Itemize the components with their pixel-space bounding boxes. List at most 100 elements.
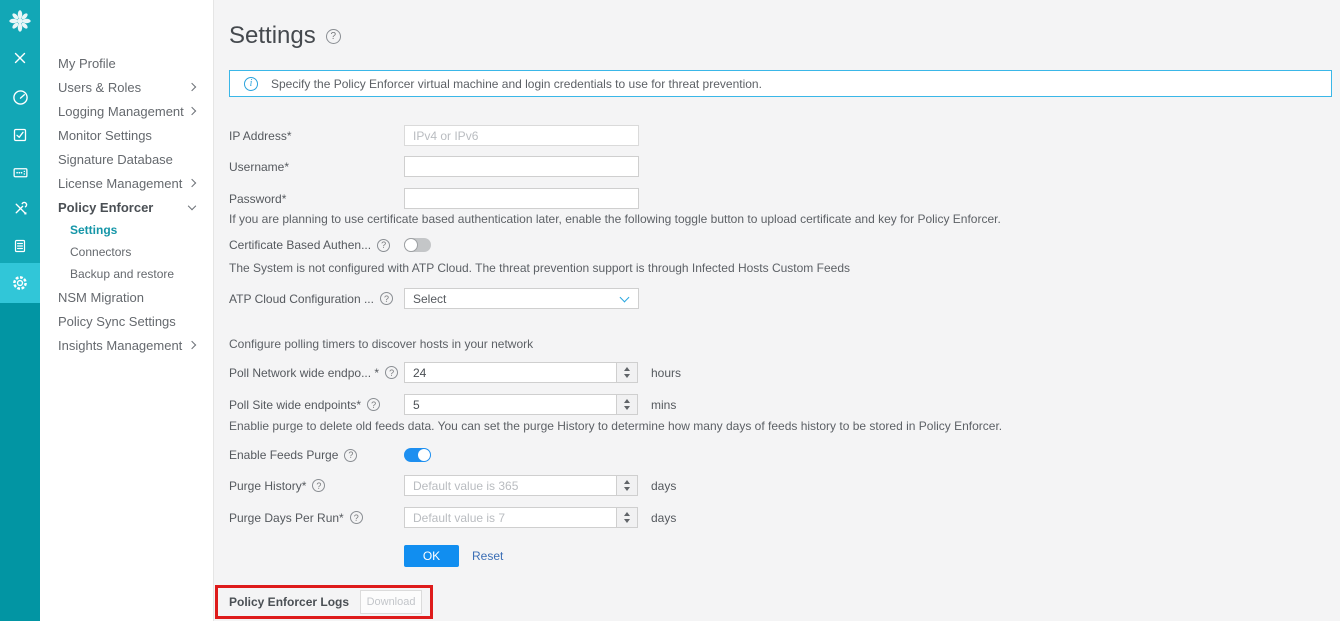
sidebar-item-label: Users & Roles (58, 79, 142, 95)
chevron-down-icon (187, 201, 197, 211)
poll-network-input[interactable] (404, 362, 617, 383)
purge-history-input[interactable] (404, 475, 617, 496)
poll-site-input[interactable] (404, 394, 617, 415)
sidebar-item-label: Settings (70, 223, 118, 237)
help-icon[interactable]: ? (344, 448, 358, 462)
sidebar-item-connectors[interactable]: Connectors (40, 241, 213, 263)
feeds-purge-row: Enable Feeds Purge ? (229, 447, 431, 463)
juniper-logo-icon[interactable] (0, 6, 40, 36)
sidebar-item-signature-database[interactable]: Signature Database (40, 147, 213, 171)
sidebar-item-label: License Management (58, 175, 183, 191)
purge-days-label: Purge Days Per Run* ? (229, 511, 404, 525)
sidebar-item-monitor-settings[interactable]: Monitor Settings (40, 123, 213, 147)
ok-button[interactable]: OK (404, 545, 459, 567)
sidebar-item-users-roles[interactable]: Users & Roles (40, 75, 213, 99)
sidebar-item-label: Signature Database (58, 151, 173, 167)
feeds-purge-toggle[interactable] (404, 448, 431, 462)
poll-site-stepper[interactable] (616, 394, 638, 415)
ip-address-row: IP Address* (229, 125, 639, 146)
tasks-icon[interactable] (0, 123, 40, 147)
ip-address-label: IP Address* (229, 128, 292, 143)
polling-timers-note: Configure polling timers to discover hos… (229, 337, 534, 351)
download-button[interactable]: Download (360, 590, 423, 614)
select-value: Select (413, 291, 447, 306)
atp-cloud-config-select[interactable]: Select (404, 288, 639, 309)
info-icon: i (244, 76, 258, 91)
password-input[interactable] (404, 188, 639, 209)
toggle-knob (404, 238, 418, 252)
help-icon[interactable]: ? (349, 511, 363, 524)
sidebar-item-policy-sync-settings[interactable]: Policy Sync Settings (40, 309, 213, 333)
sidebar-item-my-profile[interactable]: My Profile (40, 51, 213, 75)
stepper-up-icon[interactable] (624, 367, 630, 371)
toggle-knob (418, 449, 430, 461)
reset-link[interactable]: Reset (472, 549, 503, 563)
certificate-auth-toggle[interactable] (404, 238, 431, 252)
info-banner-text: Specify the Policy Enforcer virtual mach… (271, 76, 762, 91)
purge-history-label: Purge History* ? (229, 479, 404, 493)
feeds-purge-label: Enable Feeds Purge ? (229, 448, 404, 462)
stepper-up-icon[interactable] (624, 512, 630, 516)
chevron-down-icon (619, 292, 630, 302)
sidebar-item-label: Backup and restore (70, 267, 175, 281)
sidebar-item-label: Insights Management (58, 337, 183, 353)
password-label: Password* (229, 191, 287, 206)
main-content: Settings ? i Specify the Policy Enforcer… (214, 0, 1340, 621)
username-input[interactable] (404, 156, 639, 177)
chevron-right-icon (187, 178, 197, 188)
console-icon[interactable] (0, 160, 40, 184)
certificate-auth-row: Certificate Based Authen... ? (229, 237, 431, 253)
help-icon[interactable]: ? (379, 292, 393, 305)
chevron-right-icon (187, 82, 197, 92)
info-banner: i Specify the Policy Enforcer virtual ma… (229, 70, 1332, 97)
help-icon[interactable]: ? (325, 28, 341, 44)
settings-gear-icon[interactable] (0, 271, 40, 295)
poll-network-stepper[interactable] (616, 362, 638, 383)
chevron-right-icon (187, 106, 197, 116)
username-row: Username* (229, 156, 639, 177)
purge-days-input[interactable] (404, 507, 617, 528)
purge-history-unit: days (651, 478, 677, 493)
help-icon[interactable]: ? (385, 366, 399, 379)
sidebar-item-backup-restore[interactable]: Backup and restore (40, 263, 213, 285)
policy-enforcer-logs-label: Policy Enforcer Logs (229, 595, 350, 609)
stepper-down-icon[interactable] (624, 374, 630, 378)
help-icon[interactable]: ? (367, 398, 381, 411)
settings-sidebar: My Profile Users & Roles Logging Managem… (40, 0, 214, 621)
stepper-down-icon[interactable] (624, 406, 630, 410)
purge-history-row: Purge History* ? days (229, 475, 676, 496)
stepper-down-icon[interactable] (624, 487, 630, 491)
stepper-up-icon[interactable] (624, 480, 630, 484)
sidebar-item-license-management[interactable]: License Management (40, 171, 213, 195)
sidebar-item-logging-management[interactable]: Logging Management (40, 99, 213, 123)
stepper-up-icon[interactable] (624, 399, 630, 403)
dashboard-icon[interactable] (0, 85, 40, 109)
certificate-note: If you are planning to use certificate b… (229, 212, 1001, 226)
atp-cloud-config-row: ATP Cloud Configuration ... ? Select (229, 288, 639, 309)
sidebar-item-nsm-migration[interactable]: NSM Migration (40, 285, 213, 309)
purge-days-stepper[interactable] (616, 507, 638, 528)
page-title: Settings ? (229, 22, 341, 50)
purge-days-unit: days (651, 510, 677, 525)
sidebar-item-policy-enforcer[interactable]: Policy Enforcer (40, 195, 213, 219)
sidebar-item-insights-management[interactable]: Insights Management (40, 333, 213, 357)
sidebar-item-label: Policy Sync Settings (58, 313, 176, 329)
tools-icon[interactable] (0, 196, 40, 220)
stepper-down-icon[interactable] (624, 519, 630, 523)
icon-rail (0, 0, 40, 621)
help-icon[interactable]: ? (312, 479, 326, 492)
certificate-auth-label: Certificate Based Authen... ? (229, 238, 404, 252)
ip-address-input[interactable] (404, 125, 639, 146)
username-label: Username* (229, 159, 290, 174)
purge-history-stepper[interactable] (616, 475, 638, 496)
reports-icon[interactable] (0, 234, 40, 258)
close-icon[interactable] (0, 46, 40, 70)
help-icon[interactable]: ? (377, 238, 391, 252)
sidebar-item-settings[interactable]: Settings (40, 219, 213, 241)
sidebar-item-label: NSM Migration (58, 289, 144, 305)
poll-network-unit: hours (651, 365, 682, 380)
purge-note: Enablie purge to delete old feeds data. … (229, 419, 1003, 433)
poll-site-label: Poll Site wide endpoints* ? (229, 398, 404, 412)
poll-site-row: Poll Site wide endpoints* ? mins (229, 394, 676, 415)
sidebar-item-label: Monitor Settings (58, 127, 152, 143)
